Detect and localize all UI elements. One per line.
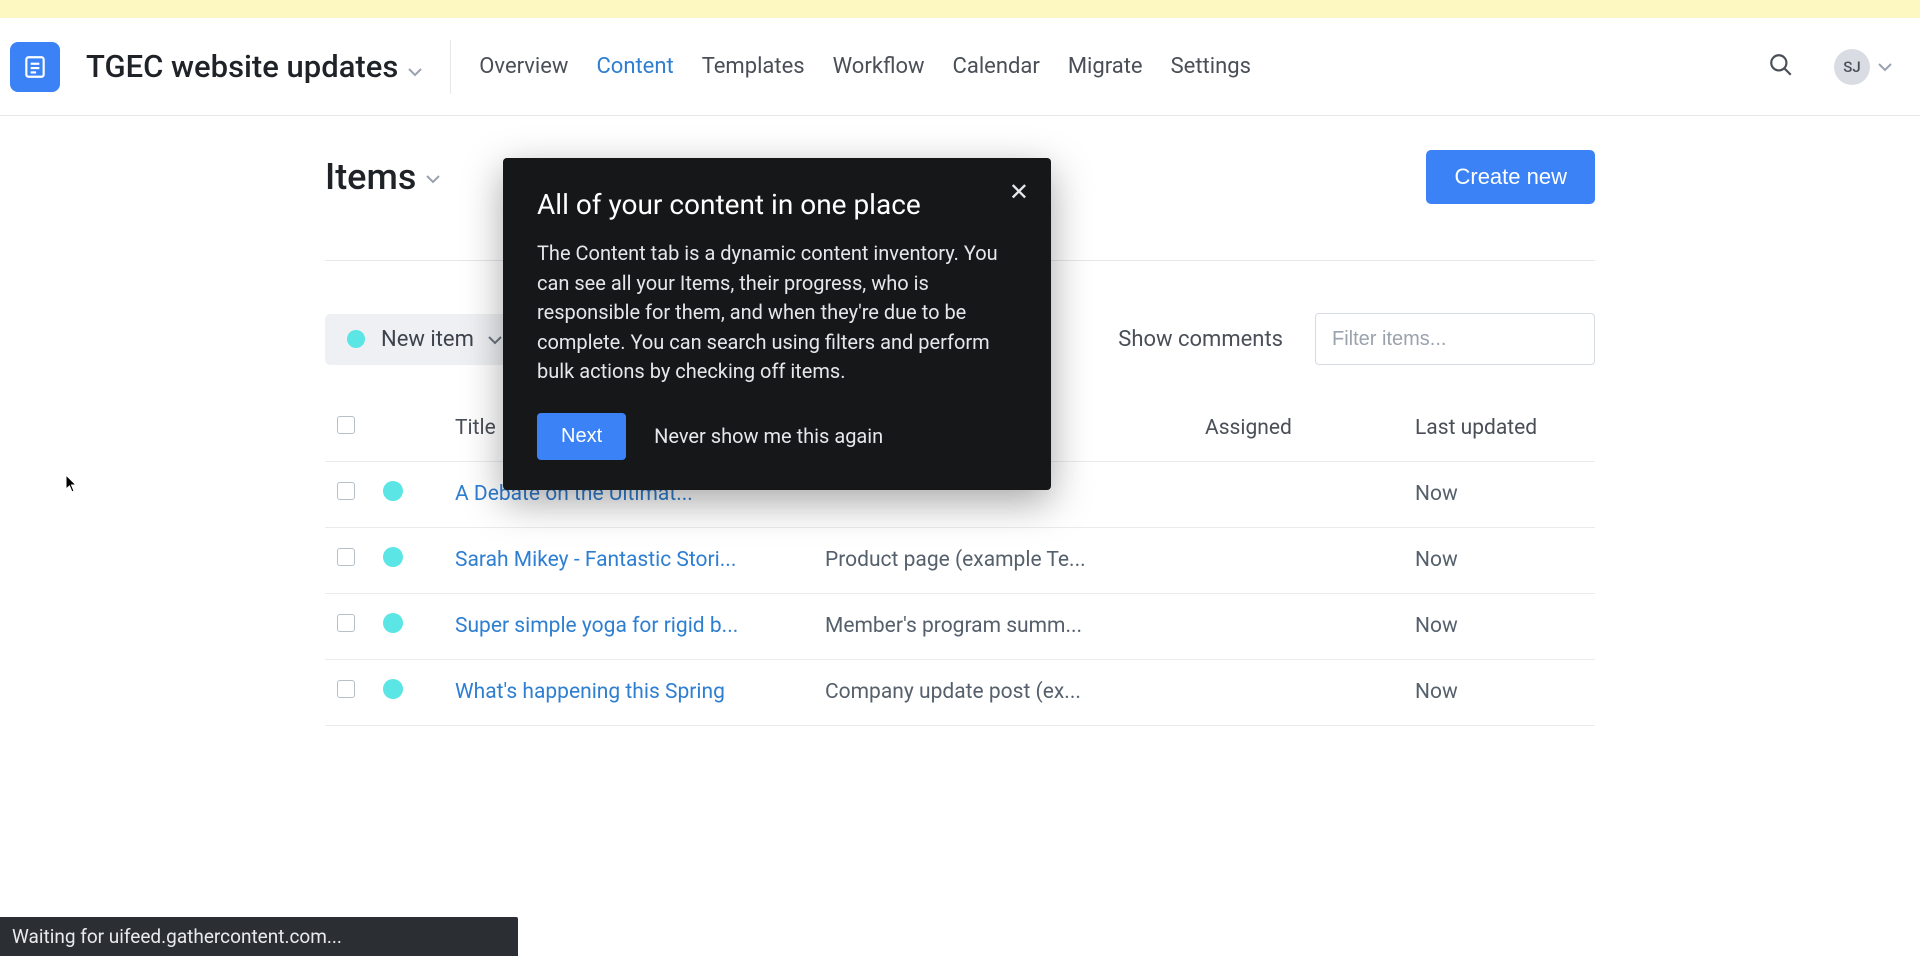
col-assigned[interactable]: Assigned <box>1205 395 1415 461</box>
user-menu[interactable]: SJ <box>1834 49 1892 85</box>
row-checkbox[interactable] <box>337 680 355 698</box>
select-all-checkbox[interactable] <box>337 416 355 434</box>
project-switcher[interactable]: TGEC website updates <box>86 40 451 94</box>
app-header: TGEC website updates Overview Content Te… <box>0 18 1920 116</box>
item-updated: Now <box>1415 548 1458 572</box>
document-icon <box>22 54 48 80</box>
nav-settings[interactable]: Settings <box>1171 54 1251 79</box>
item-title-link[interactable]: What's happening this Spring <box>455 680 801 704</box>
nav-overview[interactable]: Overview <box>479 54 568 79</box>
row-checkbox[interactable] <box>337 548 355 566</box>
nav-content[interactable]: Content <box>596 54 673 79</box>
table-row[interactable]: Super simple yoga for rigid b... Member'… <box>325 593 1595 659</box>
onboarding-next-button[interactable]: Next <box>537 413 626 460</box>
close-icon[interactable]: ✕ <box>1009 180 1029 204</box>
status-dot-icon <box>383 613 403 633</box>
new-item-label: New item <box>381 327 474 352</box>
chevron-down-icon <box>408 48 422 85</box>
browser-top-strip <box>0 0 1920 18</box>
item-assigned <box>1205 527 1415 593</box>
onboarding-skip-link[interactable]: Never show me this again <box>654 424 883 448</box>
status-dot-icon <box>383 481 403 501</box>
table-row[interactable]: What's happening this Spring Company upd… <box>325 659 1595 725</box>
item-assigned <box>1205 593 1415 659</box>
status-dot-icon <box>383 679 403 699</box>
nav-migrate[interactable]: Migrate <box>1068 54 1143 79</box>
item-updated: Now <box>1415 614 1458 638</box>
item-updated: Now <box>1415 680 1458 704</box>
cursor-icon <box>65 474 79 494</box>
row-checkbox[interactable] <box>337 482 355 500</box>
avatar-initials: SJ <box>1843 58 1860 76</box>
chevron-down-icon <box>426 165 440 190</box>
onboarding-actions: Next Never show me this again <box>537 413 1017 460</box>
filter-items-input[interactable] <box>1315 313 1595 365</box>
status-dot-icon <box>347 330 365 348</box>
item-template: Company update post (ex... <box>825 680 1181 704</box>
search-icon[interactable] <box>1768 52 1794 82</box>
nav-calendar[interactable]: Calendar <box>953 54 1040 79</box>
show-comments-toggle[interactable]: Show comments <box>1118 327 1283 352</box>
status-dot-icon <box>383 547 403 567</box>
page-title-text: Items <box>325 156 416 198</box>
create-new-button[interactable]: Create new <box>1426 150 1595 204</box>
item-title-link[interactable]: Sarah Mikey - Fantastic Stori... <box>455 548 801 572</box>
app-logo[interactable] <box>10 42 60 92</box>
avatar: SJ <box>1834 49 1870 85</box>
onboarding-body: The Content tab is a dynamic content inv… <box>537 239 1017 387</box>
project-name: TGEC website updates <box>86 48 398 85</box>
nav-templates[interactable]: Templates <box>702 54 805 79</box>
main-nav: Overview Content Templates Workflow Cale… <box>479 54 1251 79</box>
nav-workflow[interactable]: Workflow <box>833 54 925 79</box>
item-updated: Now <box>1415 482 1458 506</box>
item-title-link[interactable]: Super simple yoga for rigid b... <box>455 614 801 638</box>
chevron-down-icon <box>488 330 502 349</box>
row-checkbox[interactable] <box>337 614 355 632</box>
table-row[interactable]: Sarah Mikey - Fantastic Stori... Product… <box>325 527 1595 593</box>
browser-status-bar: Waiting for uifeed.gathercontent.com... <box>0 917 518 956</box>
col-last-updated[interactable]: Last updated <box>1415 395 1595 461</box>
item-template: Product page (example Te... <box>825 548 1181 572</box>
item-template: Member's program summ... <box>825 614 1181 638</box>
chevron-down-icon <box>1878 57 1892 76</box>
new-item-dropdown[interactable]: New item <box>325 314 524 365</box>
item-assigned <box>1205 461 1415 527</box>
onboarding-title: All of your content in one place <box>537 188 1017 221</box>
onboarding-popover: ✕ All of your content in one place The C… <box>503 158 1051 490</box>
page-title-dropdown[interactable]: Items <box>325 156 440 198</box>
item-assigned <box>1205 659 1415 725</box>
